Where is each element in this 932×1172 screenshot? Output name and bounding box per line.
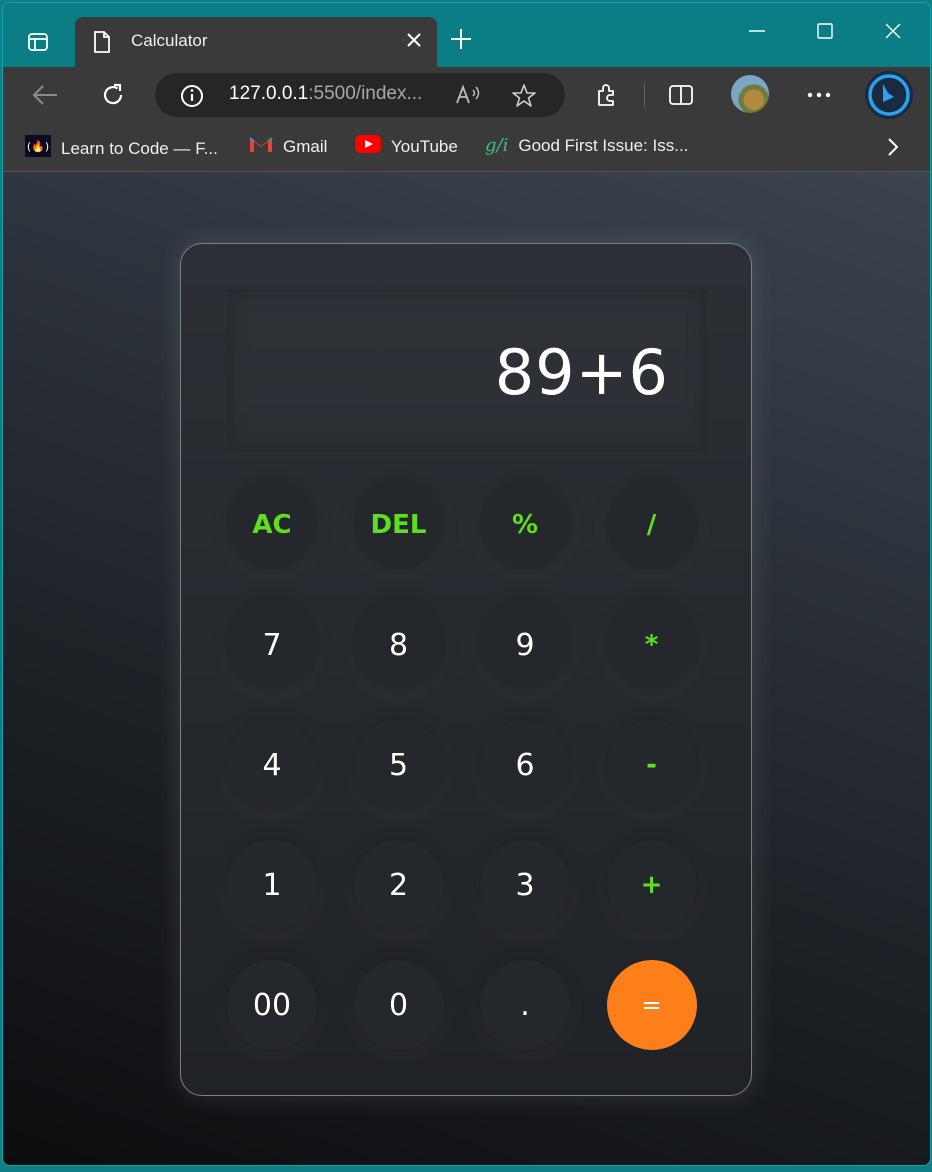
bookmark-gmail[interactable]: Gmail: [249, 135, 327, 158]
new-tab-icon[interactable]: [449, 27, 473, 55]
all-clear-button[interactable]: AC: [227, 480, 317, 570]
gfi-icon: g/i: [485, 135, 509, 156]
tab-actions-icon[interactable]: [21, 25, 55, 59]
youtube-icon: [355, 135, 381, 158]
close-tab-icon[interactable]: [405, 31, 423, 53]
split-screen-icon[interactable]: [665, 79, 697, 111]
tab-bar: Calculator: [3, 3, 930, 67]
digit-9-button[interactable]: 9: [480, 600, 570, 690]
delete-button[interactable]: DEL: [353, 480, 444, 570]
display-value: 89+6: [494, 336, 669, 409]
equals-button[interactable]: =: [606, 960, 697, 1050]
bookmark-youtube[interactable]: YouTube: [355, 135, 458, 158]
bookmark-good-first-issue[interactable]: g/i Good First Issue: Iss...: [485, 135, 688, 156]
profile-avatar[interactable]: [731, 75, 769, 113]
calculator: 89+6 AC DEL%/7 8 9 * 4 5 6-1 2 3 +00 0. =: [180, 243, 752, 1096]
divide-button[interactable]: /: [606, 480, 697, 570]
digit-0-button[interactable]: 0: [353, 960, 444, 1050]
more-menu-icon[interactable]: [803, 79, 835, 111]
page-icon: [93, 31, 111, 57]
bookmark-label: Gmail: [283, 136, 328, 156]
url-host: 127.0.0.1: [229, 83, 309, 104]
back-icon[interactable]: [29, 79, 61, 111]
double-zero-button[interactable]: 00: [227, 960, 317, 1050]
multiply-button[interactable]: *: [606, 600, 697, 690]
decimal-button[interactable]: .: [480, 960, 570, 1050]
browser-toolbar: 127.0.0.1:5500/index...: [3, 67, 930, 123]
site-info-icon[interactable]: [179, 83, 205, 113]
close-window-icon[interactable]: [883, 21, 903, 45]
minimize-icon[interactable]: [747, 21, 767, 45]
freecodecamp-icon: (🔥): [25, 135, 51, 162]
gmail-icon: [249, 135, 273, 158]
url-text[interactable]: 127.0.0.1:5500/index...: [229, 83, 422, 105]
add-button[interactable]: +: [606, 840, 697, 930]
subtract-button[interactable]: -: [606, 720, 697, 810]
url-path: :5500/index...: [308, 83, 423, 104]
refresh-icon[interactable]: [97, 79, 129, 111]
tab-title: Calculator: [131, 31, 208, 50]
bookmark-freecodecamp[interactable]: (🔥) Learn to Code — F...: [25, 135, 218, 162]
digit-2-button[interactable]: 2: [353, 840, 444, 930]
maximize-icon[interactable]: [815, 21, 835, 45]
bookmark-label: Good First Issue: Iss...: [518, 135, 689, 155]
digit-4-button[interactable]: 4: [227, 720, 317, 810]
browser-window: Calculator 127.0.0.1:5500/index... (🔥) L…: [2, 2, 931, 1166]
page-content: 89+6 AC DEL%/7 8 9 * 4 5 6-1 2 3 +00 0. =: [3, 172, 930, 1165]
bookmarks-bar: (🔥) Learn to Code — F... Gmail YouTube g…: [3, 123, 930, 172]
digit-7-button[interactable]: 7: [227, 600, 317, 690]
bookmark-label: Learn to Code — F...: [61, 138, 218, 158]
address-bar[interactable]: 127.0.0.1:5500/index...: [155, 73, 565, 117]
extensions-icon[interactable]: [591, 79, 623, 111]
calculator-display: 89+6: [227, 290, 707, 452]
read-aloud-icon[interactable]: [455, 83, 483, 111]
digit-6-button[interactable]: 6: [480, 720, 570, 810]
digit-1-button[interactable]: 1: [227, 840, 317, 930]
bookmark-label: YouTube: [391, 136, 458, 156]
chevron-right-icon[interactable]: [886, 137, 900, 161]
digit-5-button[interactable]: 5: [353, 720, 444, 810]
toolbar-divider: [644, 83, 645, 107]
svg-text:(🔥): (🔥): [27, 140, 49, 153]
tab-calculator[interactable]: Calculator: [75, 17, 437, 67]
digit-8-button[interactable]: 8: [353, 600, 444, 690]
favorite-star-icon[interactable]: [511, 83, 537, 113]
percent-button[interactable]: %: [480, 480, 570, 570]
bing-copilot-icon[interactable]: [865, 71, 913, 119]
digit-3-button[interactable]: 3: [480, 840, 570, 930]
